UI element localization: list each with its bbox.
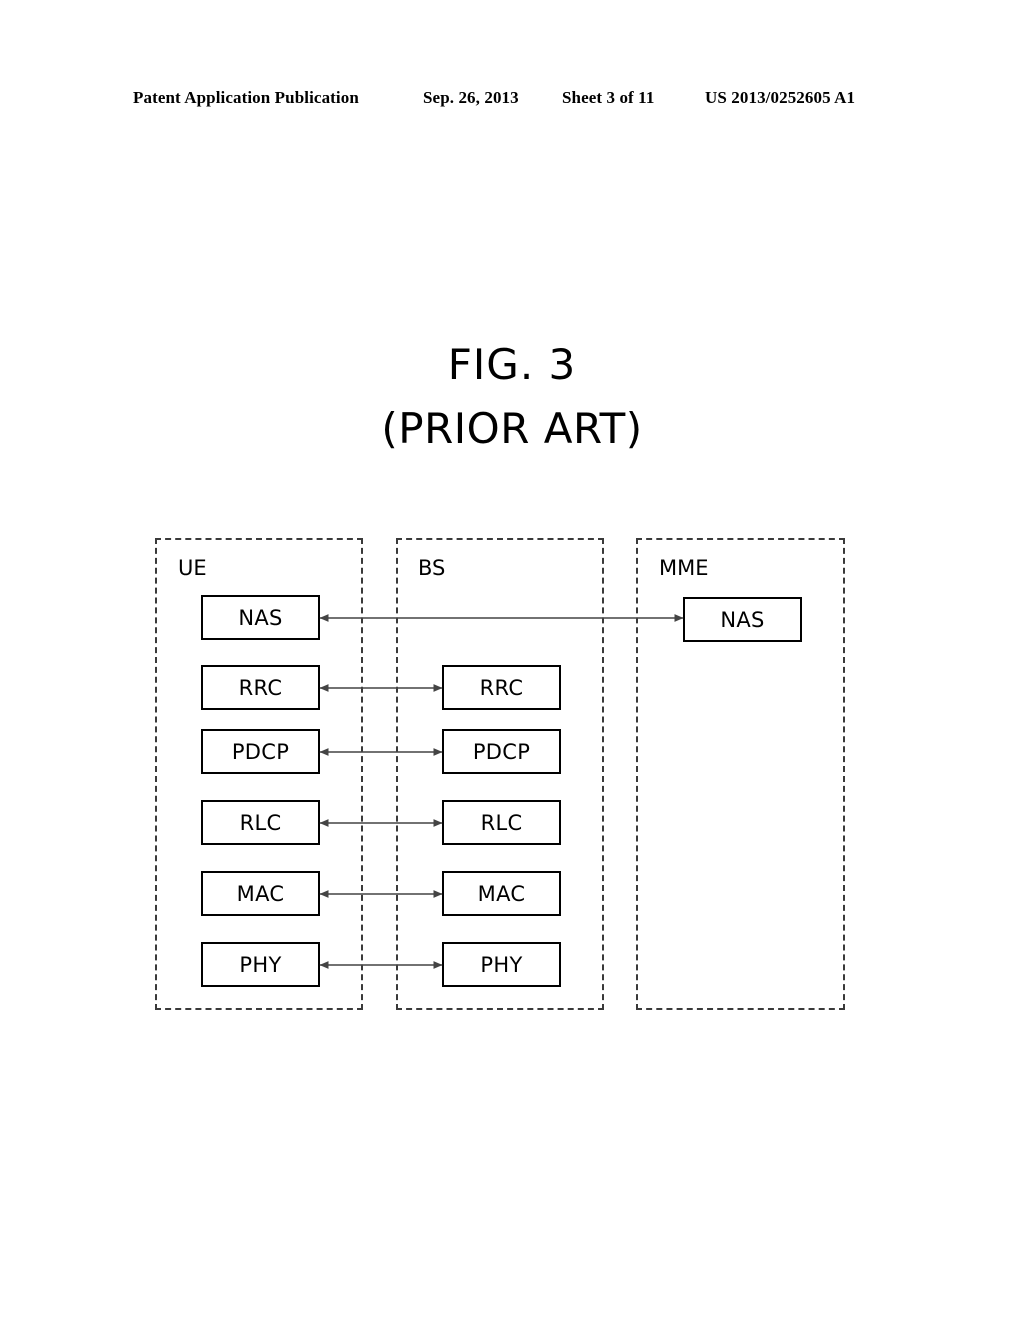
entity-label-mme: MME [659,556,709,580]
entity-container-bs [396,538,604,1010]
layer-box-ue-mac: MAC [201,871,320,916]
layer-box-ue-rlc: RLC [201,800,320,845]
patent-page: Patent Application Publication Sep. 26, … [0,0,1024,1320]
layer-box-ue-pdcp: PDCP [201,729,320,774]
entity-label-bs: BS [418,556,446,580]
layer-box-ue-phy: PHY [201,942,320,987]
entity-label-ue: UE [178,556,207,580]
layer-box-bs-pdcp: PDCP [442,729,561,774]
layer-box-bs-phy: PHY [442,942,561,987]
layer-box-bs-mac: MAC [442,871,561,916]
layer-box-mme-nas: NAS [683,597,802,642]
layer-box-bs-rlc: RLC [442,800,561,845]
protocol-stack-diagram: UE BS MME NAS NAS RRC RRC PDCP PDCP RLC RLC MAC MAC… [0,0,1024,1320]
layer-box-bs-rrc: RRC [442,665,561,710]
layer-box-ue-rrc: RRC [201,665,320,710]
layer-box-ue-nas: NAS [201,595,320,640]
